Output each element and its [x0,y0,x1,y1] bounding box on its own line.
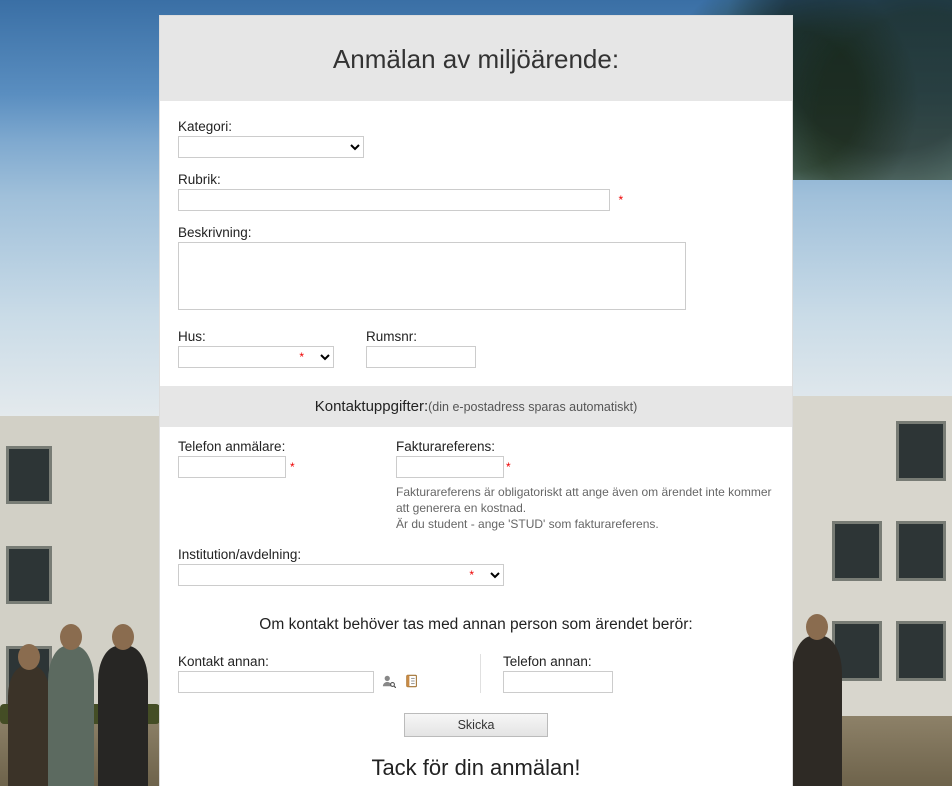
kategori-label: Kategori: [178,119,774,134]
fakturareferens-hint-2: Är du student - ange 'STUD' som fakturar… [396,516,776,532]
kontakt-annan-input[interactable] [178,671,374,693]
rumsnr-input[interactable] [366,346,476,368]
fakturareferens-required: * [506,460,511,474]
submit-button[interactable]: Skicka [404,713,548,737]
address-book-icon[interactable] [405,672,419,690]
telefon-annan-label: Telefon annan: [503,654,613,669]
telefon-annan-input[interactable] [503,671,613,693]
report-form-card: Anmälan av miljöärende: Kategori: Rubrik… [160,16,792,786]
telefon-anmalare-required: * [290,460,295,474]
kontakt-section-header: Kontaktuppgifter:(din e-postadress spara… [160,386,792,427]
kontakt-heading: Kontaktuppgifter: [315,398,428,415]
fakturareferens-hint-1: Fakturareferens är obligatoriskt att ang… [396,484,776,516]
rumsnr-label: Rumsnr: [366,329,476,344]
form-title: Anmälan av miljöärende: [160,16,792,101]
page-background: Anmälan av miljöärende: Kategori: Rubrik… [0,0,952,786]
kategori-select[interactable] [178,136,364,158]
annan-section-heading: Om kontakt behöver tas med annan person … [160,604,792,644]
person [98,646,148,786]
rubrik-input[interactable] [178,189,610,211]
fakturareferens-label: Fakturareferens: [396,439,776,454]
telefon-anmalare-label: Telefon anmälare: [178,439,364,454]
rubrik-required: * [618,193,623,207]
telefon-anmalare-input[interactable] [178,456,286,478]
institution-label: Institution/avdelning: [178,547,774,562]
hus-required: * [299,350,304,364]
rubrik-label: Rubrik: [178,172,774,187]
institution-required: * [469,568,474,582]
beskrivning-label: Beskrivning: [178,225,774,240]
hus-select[interactable] [178,346,334,368]
person [8,666,50,786]
kontakt-subheading: (din e-postadress sparas automatiskt) [428,400,637,414]
kontakt-annan-label: Kontakt annan: [178,654,458,669]
person [48,646,94,786]
thanks-heading: Tack för din anmälan! [160,755,792,781]
hus-label: Hus: [178,329,334,344]
vertical-separator [480,654,481,693]
beskrivning-textarea[interactable] [178,242,686,310]
person-lookup-icon[interactable] [382,672,396,690]
person [792,636,842,786]
thanks-block: Tack för din anmälan! Du får ett e-mail … [160,745,792,786]
fakturareferens-input[interactable] [396,456,504,478]
institution-select[interactable] [178,564,504,586]
